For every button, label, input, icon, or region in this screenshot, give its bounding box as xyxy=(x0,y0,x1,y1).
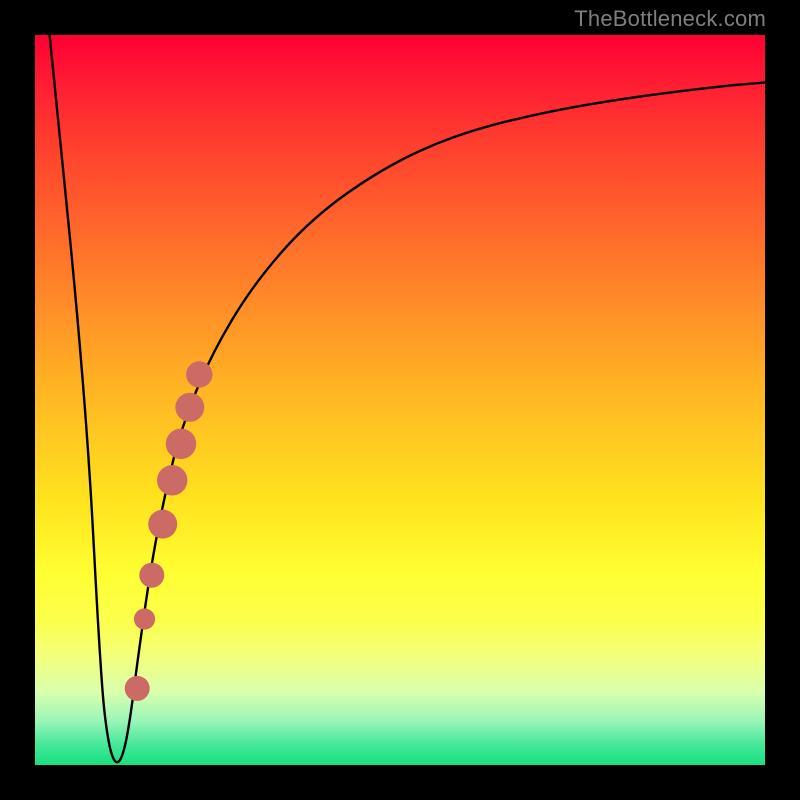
data-marker xyxy=(148,510,177,539)
data-marker xyxy=(125,676,150,701)
data-marker xyxy=(134,608,155,629)
data-marker xyxy=(157,465,187,495)
watermark-text: TheBottleneck.com xyxy=(574,6,766,32)
data-marker xyxy=(139,563,164,588)
data-marker xyxy=(166,429,196,459)
data-marker xyxy=(186,361,212,387)
data-marker xyxy=(175,393,204,422)
